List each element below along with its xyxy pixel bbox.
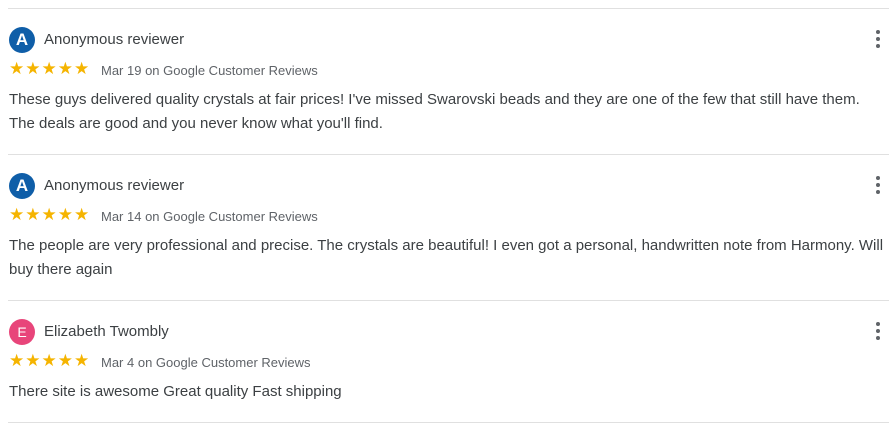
more-options-button[interactable]: [868, 174, 888, 196]
more-options-button[interactable]: [868, 320, 888, 342]
review-meta: Mar 19 on Google Customer Reviews: [101, 63, 318, 78]
divider: [8, 154, 889, 155]
star-rating: ★★★★★: [9, 205, 91, 224]
reviewer-name: Anonymous reviewer: [44, 31, 185, 48]
avatar: E: [9, 319, 35, 345]
reviewer-name: Elizabeth Twombly: [44, 323, 169, 340]
reviewer-name: Anonymous reviewer: [44, 177, 185, 194]
divider: [8, 300, 889, 301]
review-text: There site is awesome Great quality Fast…: [9, 383, 342, 400]
review-text: The people are very professional and pre…: [9, 237, 884, 278]
reviews-list: A Anonymous reviewer ★★★★★ Mar 19 on Goo…: [0, 0, 894, 434]
divider: [8, 8, 889, 9]
avatar: A: [9, 173, 35, 199]
more-vert-icon: [876, 176, 880, 194]
avatar: A: [9, 27, 35, 53]
more-options-button[interactable]: [868, 28, 888, 50]
star-rating: ★★★★★: [9, 59, 91, 78]
star-rating: ★★★★★: [9, 351, 91, 370]
divider: [8, 422, 889, 423]
more-vert-icon: [876, 322, 880, 340]
review-text: These guys delivered quality crystals at…: [9, 91, 860, 132]
review-meta: Mar 14 on Google Customer Reviews: [101, 209, 318, 224]
more-vert-icon: [876, 30, 880, 48]
review-meta: Mar 4 on Google Customer Reviews: [101, 355, 311, 370]
